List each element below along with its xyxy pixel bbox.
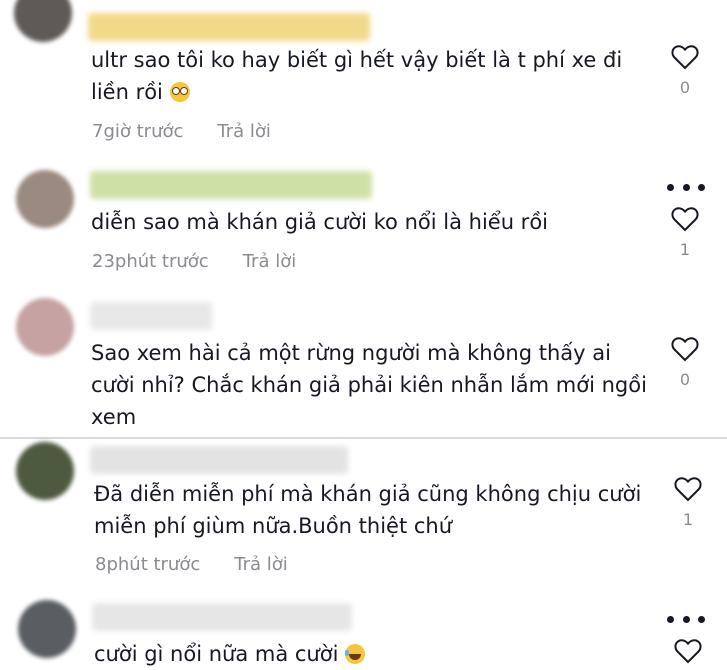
username[interactable] xyxy=(90,446,348,474)
username[interactable] xyxy=(92,603,352,631)
comment-text-content: Sao xem hài cả một rừng người mà không t… xyxy=(91,341,647,429)
reply-button[interactable]: Trả lời xyxy=(243,251,297,272)
reply-button[interactable]: Trả lời xyxy=(234,554,288,575)
heart-icon[interactable] xyxy=(674,638,702,664)
comment-text-content: Đã diễn miễn phí mà khán giả cũng không … xyxy=(94,482,642,538)
like-button[interactable] xyxy=(671,638,705,664)
username[interactable] xyxy=(88,13,370,41)
comment-meta: 7giờ trước Trả lời xyxy=(92,121,271,142)
timestamp: 8phút trước xyxy=(95,554,201,575)
like-button[interactable]: 0 xyxy=(668,336,702,389)
heart-icon[interactable] xyxy=(674,476,702,502)
comment-text: Đã diễn miễn phí mà khán giả cũng không … xyxy=(94,478,654,542)
heart-icon[interactable] xyxy=(671,336,699,362)
like-count: 0 xyxy=(679,78,691,97)
comment-text-content: cười gì nổi nữa mà cười xyxy=(94,642,339,666)
heart-icon[interactable] xyxy=(671,44,699,70)
flushed-face-emoji xyxy=(169,82,190,102)
comment-meta: 23phút trước Trả lời xyxy=(92,251,296,272)
reply-button[interactable]: Trả lời xyxy=(217,121,271,142)
comment-meta: 8phút trước Trả lời xyxy=(95,554,288,575)
comment-text: ultr sao tôi ko hay biết gì hết vậy biết… xyxy=(91,44,651,108)
timestamp: 7giờ trước xyxy=(92,121,184,142)
like-button[interactable]: 1 xyxy=(668,206,702,259)
comment-text: Sao xem hài cả một rừng người mà không t… xyxy=(91,337,651,433)
like-count: 0 xyxy=(679,370,691,389)
username[interactable] xyxy=(90,302,212,330)
heart-icon[interactable] xyxy=(671,206,699,232)
comment-text-content: diễn sao mà khán giả cười ko nổi là hiểu… xyxy=(91,210,548,234)
divider xyxy=(0,437,727,439)
avatar[interactable] xyxy=(16,170,74,228)
like-button[interactable]: 1 xyxy=(671,476,705,529)
more-options-icon[interactable] xyxy=(667,184,705,191)
like-count: 1 xyxy=(682,510,694,529)
more-options-icon[interactable] xyxy=(667,616,705,623)
avatar[interactable] xyxy=(14,0,72,42)
timestamp: 23phút trước xyxy=(92,251,209,272)
comment-text: cười gì nổi nữa mà cười xyxy=(94,638,654,670)
avatar[interactable] xyxy=(18,600,76,658)
username[interactable] xyxy=(90,171,372,199)
laughing-tears-emoji xyxy=(345,644,366,664)
comment-text: diễn sao mà khán giả cười ko nổi là hiểu… xyxy=(91,206,651,238)
like-button[interactable]: 0 xyxy=(668,44,702,97)
like-count: 1 xyxy=(679,240,691,259)
avatar[interactable] xyxy=(16,442,74,500)
avatar[interactable] xyxy=(16,298,74,356)
